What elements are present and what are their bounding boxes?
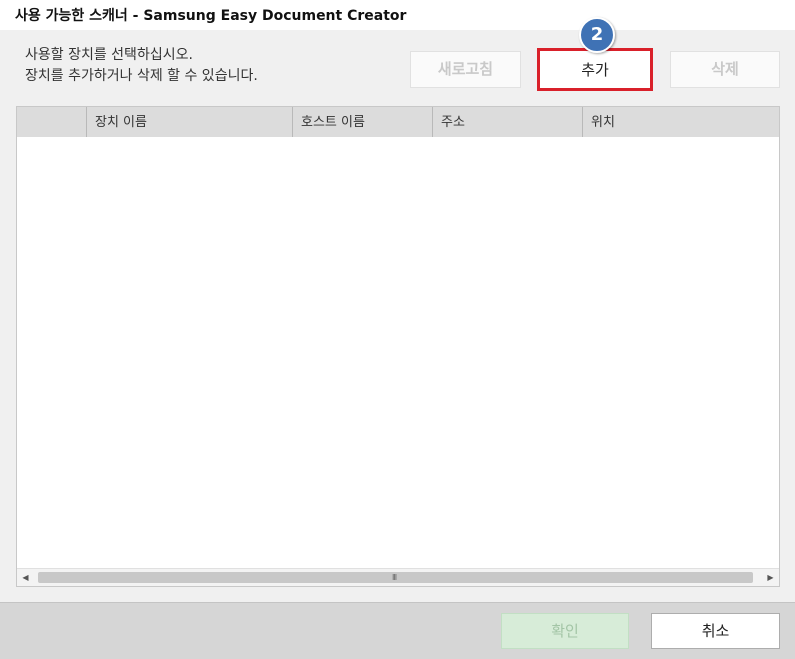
- column-header-host-name[interactable]: 호스트 이름: [292, 107, 432, 137]
- scanner-dialog: 사용 가능한 스캐너 - Samsung Easy Document Creat…: [0, 0, 795, 659]
- cancel-button[interactable]: 취소: [651, 613, 780, 649]
- list-header: 장치 이름 호스트 이름 주소 위치: [17, 107, 779, 137]
- scroll-thumb[interactable]: III: [38, 572, 753, 583]
- window-title: 사용 가능한 스캐너 - Samsung Easy Document Creat…: [15, 8, 407, 24]
- scroll-left-icon[interactable]: ◀: [17, 569, 34, 586]
- device-list[interactable]: 장치 이름 호스트 이름 주소 위치 ◀ III ▶: [16, 106, 780, 587]
- refresh-button[interactable]: 새로고침: [410, 51, 521, 88]
- column-header-location[interactable]: 위치: [582, 107, 779, 137]
- dialog-footer: 확인 취소: [0, 602, 795, 659]
- column-header-address[interactable]: 주소: [432, 107, 582, 137]
- scroll-right-icon[interactable]: ▶: [762, 569, 779, 586]
- title-bar: 사용 가능한 스캐너 - Samsung Easy Document Creat…: [0, 0, 795, 30]
- column-header-device-name[interactable]: 장치 이름: [86, 107, 292, 137]
- add-button[interactable]: 추가: [537, 48, 653, 91]
- instruction-line-1: 사용할 장치를 선택하십시오.: [25, 47, 193, 63]
- step-number-badge: 2: [579, 17, 615, 53]
- instruction-line-2: 장치를 추가하거나 삭제 할 수 있습니다.: [25, 68, 258, 84]
- scroll-grip: III: [392, 573, 397, 582]
- column-header-select[interactable]: [17, 107, 86, 137]
- delete-button[interactable]: 삭제: [670, 51, 780, 88]
- horizontal-scrollbar[interactable]: ◀ III ▶: [17, 568, 779, 586]
- instructions: 사용할 장치를 선택하십시오. 장치를 추가하거나 삭제 할 수 있습니다.: [25, 45, 258, 87]
- ok-button[interactable]: 확인: [501, 613, 629, 649]
